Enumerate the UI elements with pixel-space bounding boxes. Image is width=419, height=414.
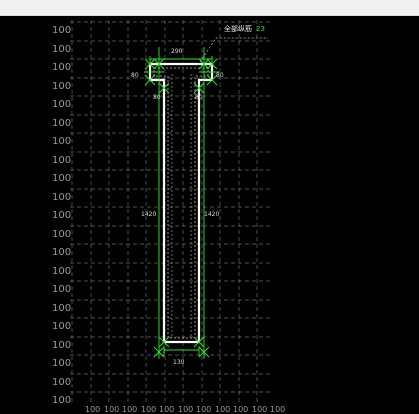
dim-web-top-left: 80	[153, 94, 161, 101]
y-grid-label: 100	[52, 321, 72, 332]
y-grid-label: 100	[52, 44, 72, 55]
y-grid-label: 100	[52, 155, 72, 166]
y-grid-label: 100	[52, 210, 72, 221]
dim-flange-left: 80	[131, 72, 139, 79]
dim-top-width: 290	[171, 48, 183, 55]
y-grid-label: 100	[52, 99, 72, 110]
legend-count: 23	[256, 25, 265, 33]
grid-lines	[70, 20, 272, 402]
y-grid-label: 100	[52, 266, 72, 277]
y-grid-label: 100	[52, 229, 72, 240]
y-grid-label: 100	[52, 358, 72, 369]
y-grid-label: 100	[52, 173, 72, 184]
dim-bottom-width: 130	[173, 359, 185, 366]
y-grid-label: 100	[52, 25, 72, 36]
y-grid-label: 100	[52, 247, 72, 258]
dim-height-left: 1420	[141, 211, 157, 218]
drawing-canvas[interactable]: 100 100 100 100 100 100 100 100 100 100 100 100 100 1…	[0, 16, 419, 414]
window-top-bar	[0, 0, 419, 16]
y-grid-label: 100	[52, 62, 72, 73]
y-grid-label: 100	[52, 192, 72, 203]
y-grid-label: 100	[52, 284, 72, 295]
dim-web-top-right: 80	[195, 94, 203, 101]
y-grid-label: 100	[52, 395, 72, 406]
legend-text: 全部纵筋	[224, 25, 252, 33]
rebar-legend: 全部纵筋 23	[224, 26, 265, 33]
dim-flange-right: 80	[216, 72, 224, 79]
y-grid-label: 100	[52, 81, 72, 92]
y-grid-label: 100	[52, 118, 72, 129]
y-grid-label: 100	[52, 303, 72, 314]
y-grid-label: 100	[52, 136, 72, 147]
y-grid-label: 100	[52, 340, 72, 351]
dim-height-right: 1420	[204, 211, 220, 218]
rebar-markers	[144, 58, 218, 358]
y-grid-label: 100	[52, 377, 72, 388]
